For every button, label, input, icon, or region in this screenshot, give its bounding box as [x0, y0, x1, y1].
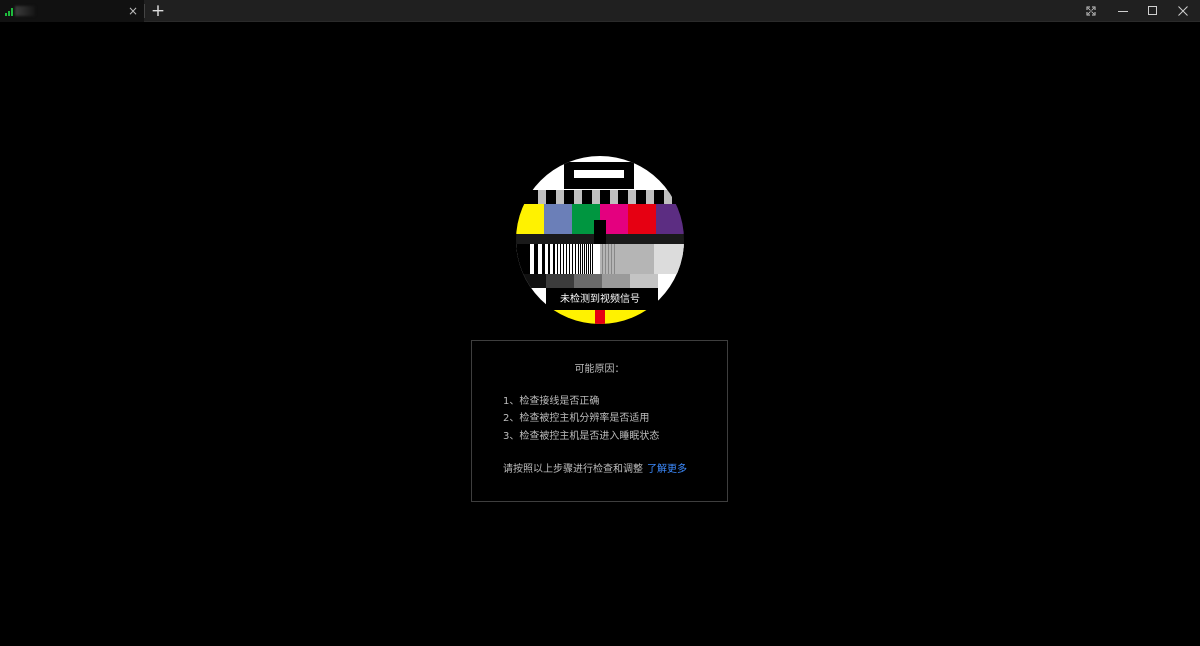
tab-close-button[interactable]: ×: [126, 3, 140, 19]
reason-text: 检查被控主机分辨率是否适用: [519, 413, 650, 424]
reason-item: 1、检查接线是否正确: [503, 395, 599, 409]
hint-text: 请按照以上步骤进行检查和调整: [503, 464, 643, 475]
title-bar: × +: [0, 0, 1200, 22]
reason-item: 3、检查被控主机是否进入睡眠状态: [503, 430, 659, 444]
reasons-panel: 可能原因： 1、检查接线是否正确 2、检查被控主机分辨率是否适用 3、检查被控主…: [471, 340, 728, 502]
reasons-title: 可能原因：: [574, 364, 625, 375]
tab-title-redacted: [15, 6, 35, 16]
tab-separator: [144, 4, 145, 18]
close-window-button[interactable]: [1168, 0, 1198, 22]
hint-line: 请按照以上步骤进行检查和调整 了解更多: [503, 463, 687, 477]
maximize-icon: [1148, 6, 1157, 15]
no-signal-label: 未检测到视频信号: [560, 294, 640, 305]
tab-remote-session[interactable]: ×: [0, 0, 144, 22]
reason-number: 1、: [503, 396, 520, 407]
reason-number: 3、: [503, 431, 520, 442]
fullscreen-button[interactable]: [1076, 0, 1106, 22]
learn-more-link[interactable]: 了解更多: [647, 464, 687, 475]
reason-text: 检查被控主机是否进入睡眠状态: [519, 431, 660, 442]
reason-item: 2、检查被控主机分辨率是否适用: [503, 412, 649, 426]
minimize-button[interactable]: [1108, 0, 1138, 22]
maximize-button[interactable]: [1138, 0, 1168, 22]
reason-text: 检查接线是否正确: [519, 396, 600, 407]
fullscreen-icon: [1086, 6, 1096, 16]
signal-bars-icon: [5, 7, 15, 16]
minimize-icon: [1118, 11, 1128, 12]
close-icon: [1178, 6, 1188, 16]
new-tab-button[interactable]: +: [150, 2, 166, 20]
reason-number: 2、: [503, 413, 520, 424]
